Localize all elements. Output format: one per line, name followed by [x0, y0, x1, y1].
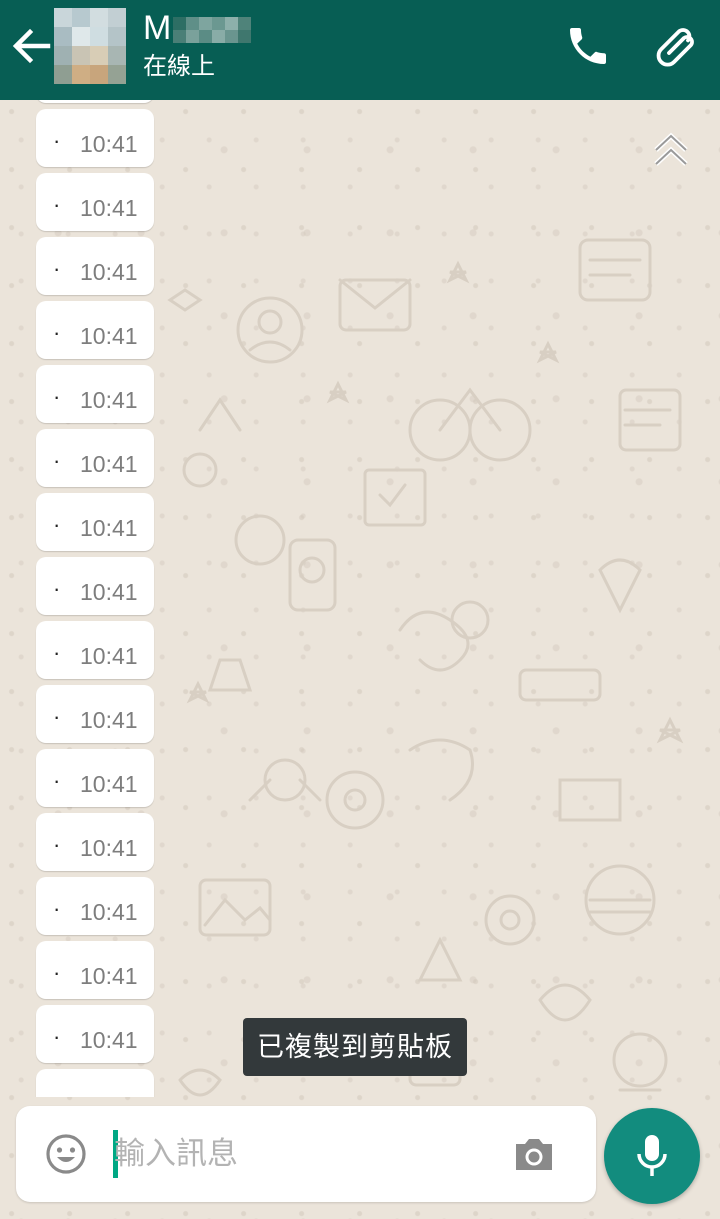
arrow-left-icon	[12, 28, 51, 64]
contact-name-text: M	[143, 9, 172, 47]
message-bubble[interactable]: · 10:41	[36, 877, 154, 935]
message-composer	[16, 1106, 596, 1202]
message-bubble[interactable]: · 10:41	[36, 301, 154, 359]
voice-call-button[interactable]	[564, 22, 612, 70]
contact-status: 在線上	[143, 53, 215, 80]
message-bubble[interactable]: · 10:41	[36, 941, 154, 999]
double-chevron-up-icon	[654, 132, 688, 166]
message-text: ·	[53, 896, 61, 921]
attach-button[interactable]	[652, 22, 700, 70]
message-list[interactable]: · 10:41 · 10:41 · 10:41 · 10:41 · 10:41 · 10:41 · 10:…	[0, 100, 720, 1097]
message-bubble[interactable]: · 10:41	[36, 557, 154, 615]
message-text: ·	[53, 512, 61, 537]
message-time: 10:41	[80, 259, 138, 285]
message-text: ·	[53, 320, 61, 345]
message-bubble-peek[interactable]	[36, 100, 154, 103]
back-button[interactable]	[10, 24, 54, 68]
voice-record-button[interactable]	[604, 1108, 700, 1204]
contact-avatar[interactable]	[54, 8, 126, 84]
message-bubble[interactable]: · 10:41	[36, 365, 154, 423]
message-text: ·	[53, 768, 61, 793]
message-text: ·	[53, 192, 61, 217]
smiley-icon	[46, 1134, 86, 1174]
paperclip-icon	[656, 28, 694, 67]
microphone-icon	[637, 1135, 667, 1176]
chat-header: M 在線上	[0, 0, 720, 100]
message-time: 10:41	[80, 835, 138, 861]
message-text: ·	[53, 960, 61, 985]
message-bubble[interactable]: · 10:41	[36, 109, 154, 167]
message-bubble[interactable]: · 10:41	[36, 685, 154, 743]
phone-icon	[570, 28, 606, 64]
message-text: ·	[53, 832, 61, 857]
message-time: 10:41	[80, 387, 138, 413]
message-text: ·	[53, 448, 61, 473]
message-time: 10:41	[80, 963, 138, 989]
message-text: ·	[53, 256, 61, 281]
contact-name[interactable]: M	[143, 8, 252, 48]
scroll-to-top-button[interactable]	[652, 130, 690, 170]
message-bubble[interactable]: · 10:41	[36, 493, 154, 551]
message-bubble-partial[interactable]	[36, 1069, 154, 1097]
name-redaction	[173, 17, 252, 43]
message-text: ·	[53, 1024, 61, 1049]
message-time: 10:41	[80, 131, 138, 157]
message-text: ·	[53, 704, 61, 729]
message-time: 10:41	[80, 643, 138, 669]
message-bubble[interactable]: · 10:41	[36, 1005, 154, 1063]
message-time: 10:41	[80, 515, 138, 541]
message-time: 10:41	[80, 899, 138, 925]
message-input[interactable]	[114, 1128, 494, 1180]
message-bubble[interactable]: · 10:41	[36, 237, 154, 295]
message-time: 10:41	[80, 323, 138, 349]
camera-icon	[516, 1139, 552, 1170]
copied-toast: 已複製到剪貼板	[243, 1018, 467, 1076]
emoji-button[interactable]	[44, 1132, 88, 1176]
message-text: ·	[53, 384, 61, 409]
message-time: 10:41	[80, 451, 138, 477]
camera-button[interactable]	[512, 1132, 556, 1176]
message-time: 10:41	[80, 195, 138, 221]
message-time: 10:41	[80, 1027, 138, 1053]
message-bubble[interactable]: · 10:41	[36, 749, 154, 807]
message-bubble[interactable]: · 10:41	[36, 813, 154, 871]
message-text: ·	[53, 576, 61, 601]
message-bubble[interactable]: · 10:41	[36, 173, 154, 231]
message-bubble[interactable]: · 10:41	[36, 429, 154, 487]
message-text: ·	[53, 128, 61, 153]
message-bubble[interactable]: · 10:41	[36, 621, 154, 679]
message-text: ·	[53, 640, 61, 665]
message-time: 10:41	[80, 771, 138, 797]
message-time: 10:41	[80, 707, 138, 733]
message-time: 10:41	[80, 579, 138, 605]
